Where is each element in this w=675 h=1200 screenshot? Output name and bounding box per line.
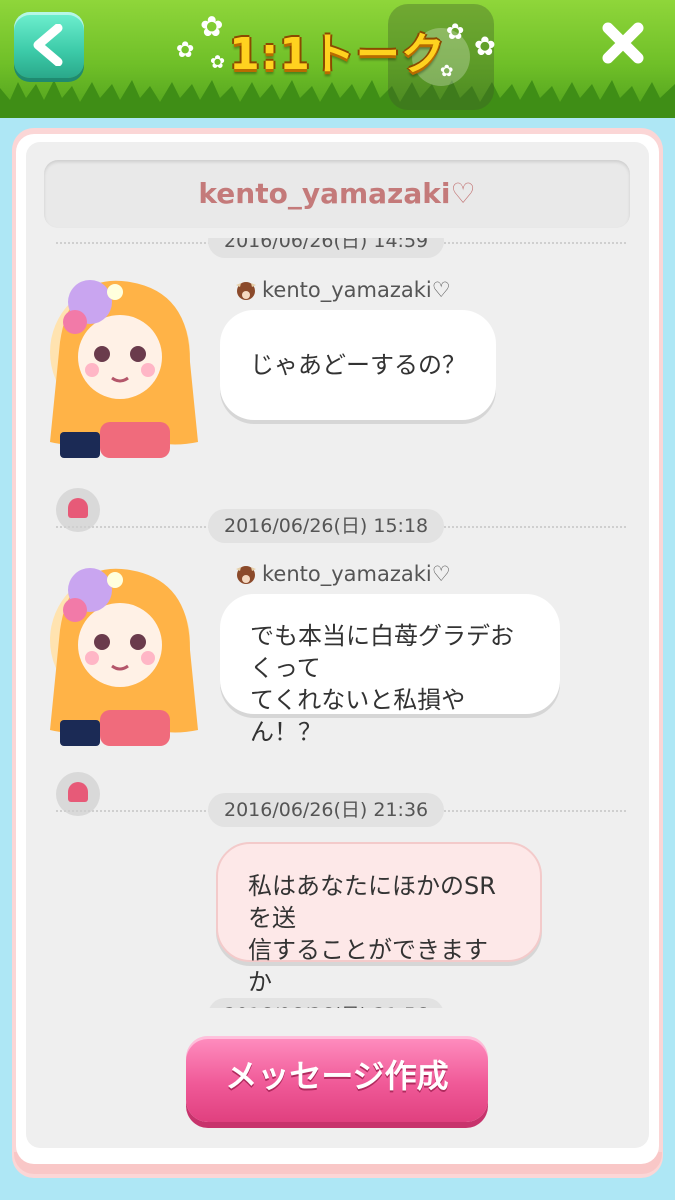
compose-message-button[interactable]: メッセージ作成 [186,1036,488,1122]
date-label: 2016/06/26(日) 21:56 [208,998,445,1008]
close-icon[interactable] [600,20,646,66]
message-bubble: でも本当に白苺グラデおくって てくれないと私損やん！？ [220,594,560,746]
sender-name: kento_yamazaki♡ [234,278,451,302]
cow-icon [236,566,256,584]
sender-name-text: kento_yamazaki♡ [262,278,451,302]
header-bar: ✿ ✿ ✿ 1:1トーク ✿ ✿ ✿ [0,0,675,118]
message-bubble: じゃあどーするの？ [220,310,496,420]
message-bubble-own: 私はあなたにほかのSRを送 信することができますか [216,842,542,996]
date-label: 2016/06/26(日) 15:18 [208,509,445,543]
avatar[interactable] [30,252,210,462]
avatar[interactable] [30,540,210,750]
flower-icon: ✿ [446,20,465,45]
sender-name: kento_yamazaki♡ [234,562,451,586]
date-label: 2016/06/26(日) 21:36 [208,793,445,827]
cow-icon [236,282,256,300]
sender-name-text: kento_yamazaki♡ [262,562,451,586]
alarm-icon [68,498,88,518]
flower-icon: ✿ [440,61,454,80]
grass-decoration [0,80,675,118]
chat-list[interactable]: 2016/06/26(日) 14:59 kento_yamazaki♡ じゃあど… [26,238,649,1008]
flower-icon: ✿ [474,32,496,62]
date-label: 2016/06/26(日) 14:59 [208,238,445,258]
partner-name: kento_yamazaki♡ [44,160,630,228]
alarm-icon [68,782,88,802]
page-title: 1:1トーク [229,29,446,80]
